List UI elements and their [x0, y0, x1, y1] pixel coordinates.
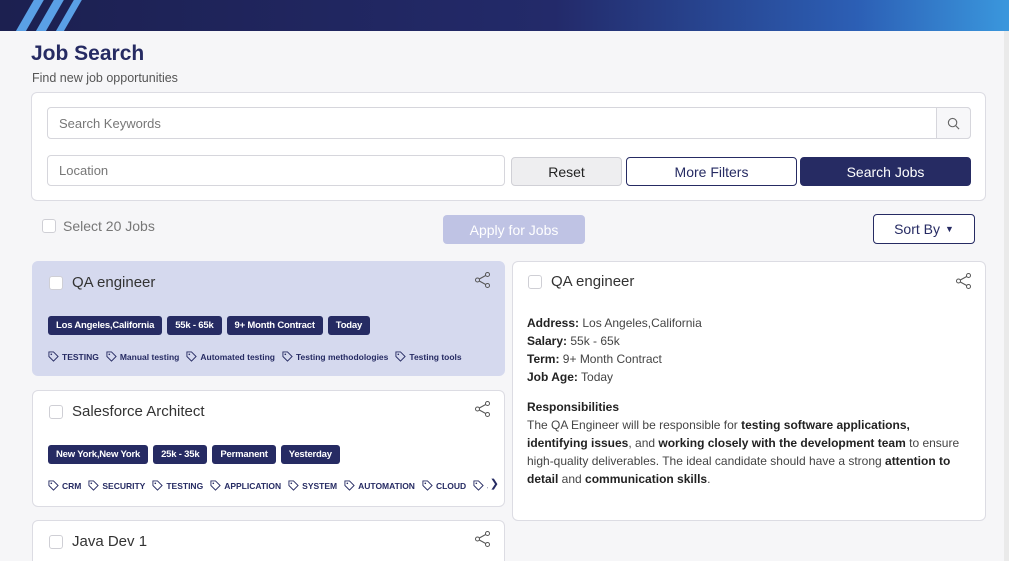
tag-label: SECURITY	[102, 480, 146, 491]
age-badge: Yesterday	[280, 445, 340, 464]
tag-label: Automated testing	[200, 351, 275, 362]
tag-label: SYSTEM	[302, 480, 338, 491]
select-all-jobs[interactable]: Select 20 Jobs	[42, 218, 155, 234]
tag-label: J	[487, 481, 488, 491]
tag-icon	[48, 351, 59, 362]
caret-down-icon: ▼	[944, 224, 954, 234]
share-icon[interactable]	[474, 400, 492, 418]
detail-job-age: Job Age: Today	[527, 370, 614, 384]
skill-tag: Testing tools	[395, 351, 462, 362]
job-card[interactable]: QA engineer Los Angeles,California 55k -…	[32, 261, 505, 376]
skill-tag: CRM	[48, 480, 81, 491]
tag-label: AUTOMATION	[358, 480, 415, 491]
scrollbar[interactable]	[1004, 31, 1009, 561]
term-badge: 9+ Month Contract	[226, 316, 323, 335]
tag-label: TESTING	[166, 480, 204, 491]
select-all-label: Select 20 Jobs	[63, 218, 155, 234]
tag-label: TESTING	[62, 351, 99, 362]
tag-icon	[422, 480, 433, 491]
detail-salary: Salary: 55k - 65k	[527, 334, 620, 348]
age-badge: Today	[327, 316, 371, 335]
job-title: Salesforce Architect	[72, 403, 205, 420]
tag-icon	[106, 351, 117, 362]
tags-scroll-right-icon[interactable]: ❯	[490, 477, 499, 490]
job-checkbox[interactable]	[49, 275, 63, 290]
skill-tag: J	[473, 480, 488, 491]
tag-icon	[344, 480, 355, 491]
detail-address: Address: Los Angeles,California	[527, 316, 702, 330]
location-badge: New York,New York	[48, 445, 149, 464]
tag-icon	[282, 351, 293, 362]
job-tags: TESTING Manual testing Automated testing…	[48, 351, 498, 362]
search-icon-button[interactable]	[936, 107, 971, 139]
location-input[interactable]	[47, 155, 505, 186]
salary-badge: 55k - 65k	[167, 316, 222, 335]
sort-by-label: Sort By	[894, 221, 940, 237]
tag-icon	[48, 480, 59, 491]
skill-tag: SYSTEM	[288, 480, 337, 491]
tag-label: CRM	[62, 480, 82, 491]
header-banner	[0, 0, 1009, 31]
sort-by-dropdown[interactable]: Sort By ▼	[873, 214, 975, 244]
job-badges: Los Angeles,California 55k - 65k 9+ Mont…	[48, 316, 371, 335]
select-all-checkbox[interactable]	[42, 219, 56, 233]
tag-icon	[210, 480, 221, 491]
tag-label: CLOUD	[435, 480, 467, 491]
term-badge: Permanent	[212, 445, 276, 464]
skill-tag: Automated testing	[186, 351, 275, 362]
tag-icon	[186, 351, 198, 362]
search-panel: Reset More Filters Search Jobs	[31, 92, 986, 201]
job-card[interactable]: Salesforce Architect New York,New York 2…	[32, 390, 505, 507]
tag-label: Testing methodologies	[295, 351, 389, 362]
tag-label: Manual testing	[119, 351, 180, 362]
skill-tag: SECURITY	[88, 480, 145, 491]
skill-tag: Testing methodologies	[282, 351, 388, 362]
job-title: QA engineer	[72, 274, 156, 291]
tag-icon	[88, 480, 100, 491]
tag-icon	[288, 480, 299, 491]
job-checkbox[interactable]	[49, 534, 63, 549]
tag-icon	[152, 480, 164, 491]
location-badge: Los Angeles,California	[48, 316, 163, 335]
job-title: Java Dev 1	[72, 533, 148, 550]
tag-icon	[395, 351, 407, 362]
skill-tag: CLOUD	[422, 480, 466, 491]
job-tags: CRM SECURITY TESTING APPLICATION SYSTEM …	[48, 480, 488, 491]
reset-button[interactable]: Reset	[511, 157, 622, 186]
job-checkbox[interactable]	[49, 404, 63, 419]
page-subtitle: Find new job opportunities	[32, 71, 178, 85]
apply-for-jobs-button[interactable]: Apply for Jobs	[443, 215, 585, 244]
skill-tag: TESTING	[48, 351, 99, 362]
page-title: Job Search	[31, 42, 145, 65]
skill-tag: APPLICATION	[210, 480, 281, 491]
tag-label: Testing tools	[409, 351, 462, 362]
job-detail-panel: QA engineer Address: Los Angeles,Califor…	[512, 261, 986, 521]
search-jobs-button[interactable]: Search Jobs	[800, 157, 971, 186]
share-icon[interactable]	[955, 272, 973, 290]
share-icon[interactable]	[474, 271, 492, 289]
skill-tag: Manual testing	[106, 351, 180, 362]
skill-tag: TESTING	[152, 480, 203, 491]
skill-tag: AUTOMATION	[344, 480, 415, 491]
responsibilities-text: The QA Engineer will be responsible for …	[527, 418, 960, 486]
detail-title: QA engineer	[551, 273, 635, 290]
share-icon[interactable]	[474, 530, 492, 548]
search-icon	[947, 117, 960, 129]
salary-badge: 25k - 35k	[153, 445, 208, 464]
keywords-input[interactable]	[47, 107, 971, 139]
detail-body: Address: Los Angeles,California Salary: …	[527, 314, 972, 488]
detail-term: Term: 9+ Month Contract	[527, 352, 662, 366]
job-badges: New York,New York 25k - 35k Permanent Ye…	[48, 445, 340, 464]
tag-icon	[473, 480, 484, 491]
detail-checkbox[interactable]	[528, 274, 542, 289]
job-card[interactable]: Java Dev 1	[32, 520, 505, 561]
responsibilities-heading: Responsibilities	[527, 400, 620, 414]
more-filters-button[interactable]: More Filters	[626, 157, 797, 186]
tag-label: APPLICATION	[224, 480, 282, 491]
